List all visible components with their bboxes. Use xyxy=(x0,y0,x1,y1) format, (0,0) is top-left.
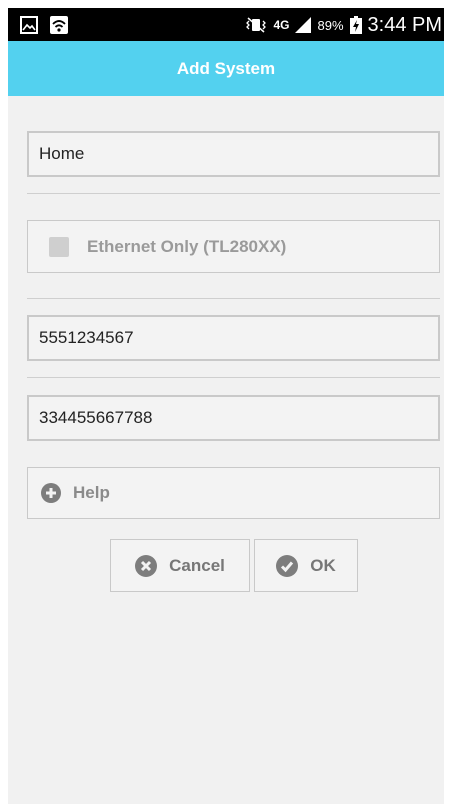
page-title: Add System xyxy=(176,58,276,78)
vibrate-mute-icon xyxy=(245,17,267,33)
signal-icon xyxy=(295,17,312,33)
network-type-label: 4G xyxy=(273,18,290,32)
divider xyxy=(27,193,440,194)
phone-number-field[interactable]: 5551234567 xyxy=(27,315,440,361)
plus-circle-icon xyxy=(41,483,61,503)
ethernet-only-label: Ethernet Only (TL280XX) xyxy=(87,236,287,256)
cancel-button-label: Cancel xyxy=(169,555,225,575)
wifi-icon xyxy=(50,16,68,34)
app-screen: 4G 89% 3:44 PM Add System Home Ethernet … xyxy=(8,8,444,804)
cancel-button[interactable]: Cancel xyxy=(110,539,250,592)
status-bar: 4G 89% 3:44 PM xyxy=(8,8,444,41)
mac-address-field[interactable]: 334455667788 xyxy=(27,395,440,441)
help-expander[interactable]: Help xyxy=(27,467,440,519)
system-name-field[interactable]: Home xyxy=(27,131,440,177)
ok-button[interactable]: OK xyxy=(254,539,358,592)
ethernet-only-checkbox[interactable] xyxy=(49,236,69,257)
battery-percent: 89% xyxy=(317,17,344,33)
ok-button-label: OK xyxy=(310,555,336,575)
divider xyxy=(27,377,440,378)
battery-charging-icon xyxy=(349,16,362,34)
clock: 3:44 PM xyxy=(367,13,442,36)
ethernet-only-option[interactable]: Ethernet Only (TL280XX) xyxy=(27,220,440,273)
cancel-x-circle-icon xyxy=(135,554,158,577)
help-label: Help xyxy=(73,483,110,502)
action-bar: Add System xyxy=(8,41,444,96)
check-circle-icon xyxy=(276,554,299,577)
divider xyxy=(27,298,440,299)
gallery-notification-icon xyxy=(20,16,38,34)
